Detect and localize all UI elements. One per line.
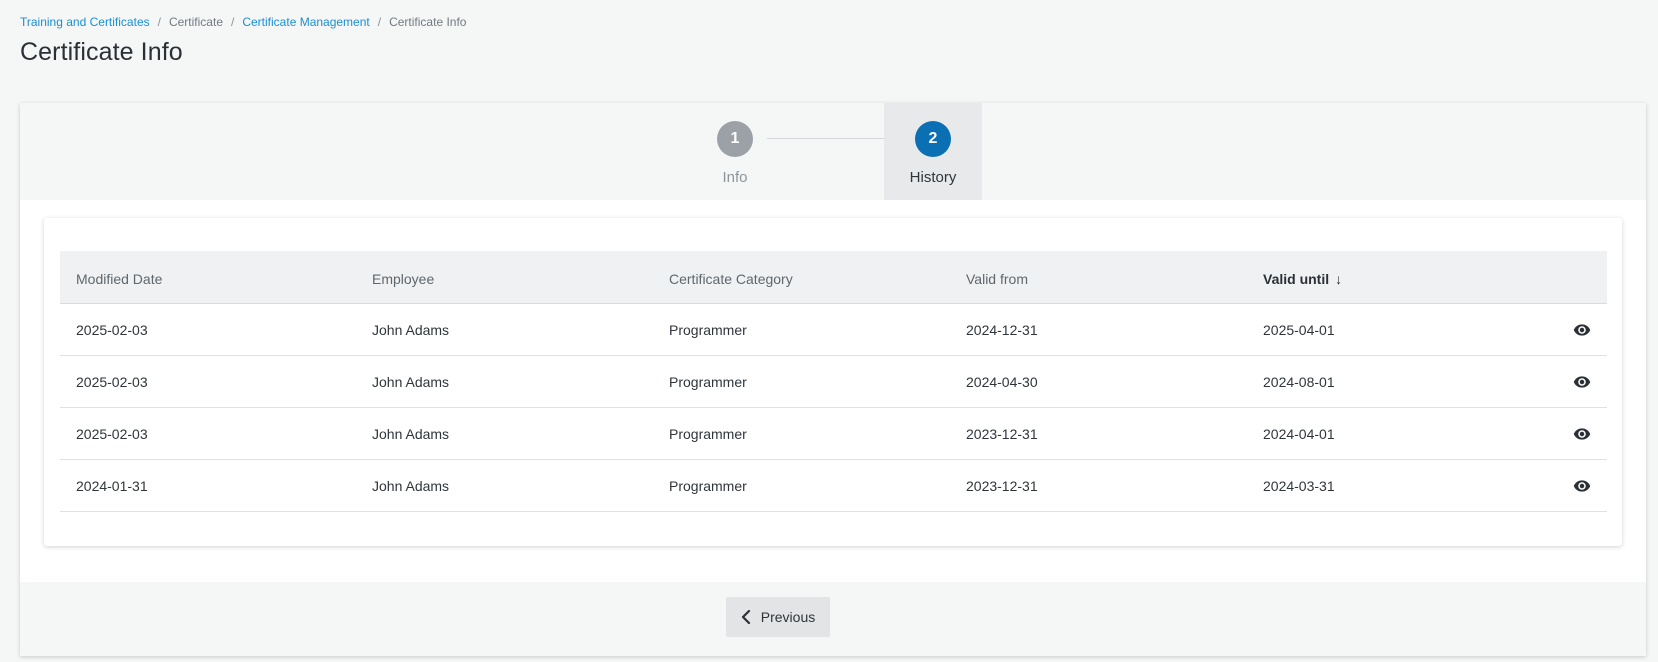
eye-icon[interactable] (1573, 477, 1591, 495)
column-header-actions (1497, 275, 1607, 279)
step-history[interactable]: 2 History (884, 103, 982, 200)
step-connector (767, 138, 902, 139)
eye-icon[interactable] (1573, 425, 1591, 443)
cell-certificate-category: Programmer (669, 321, 747, 338)
cell-certificate-category: Programmer (669, 477, 747, 494)
cell-valid-from: 2024-12-31 (966, 321, 1038, 338)
step-number-circle: 1 (717, 121, 753, 157)
cell-employee: John Adams (372, 425, 450, 442)
cell-certificate-category: Programmer (669, 373, 747, 390)
step-label: Info (722, 169, 748, 186)
breadcrumb-training-and-certificates[interactable]: Training and Certificates (20, 14, 150, 30)
table-row: 2025-02-03 John Adams Programmer 2024-12… (60, 304, 1607, 356)
breadcrumb-separator: / (231, 15, 235, 29)
cell-valid-from: 2023-12-31 (966, 477, 1038, 494)
cell-employee: John Adams (372, 477, 450, 494)
cell-modified-date: 2024-01-31 (76, 477, 148, 494)
column-header-label: Valid until (1263, 271, 1330, 287)
breadcrumb-certificate: Certificate (168, 15, 223, 29)
wizard-steps: 1 Info 2 History (20, 103, 1646, 200)
cell-actions (1497, 321, 1607, 339)
cell-modified-date: 2025-02-03 (76, 425, 148, 442)
history-table: Modified Date Employee Certificate Categ… (60, 251, 1607, 512)
cell-valid-until: 2025-04-01 (1263, 321, 1335, 338)
previous-button[interactable]: Previous (726, 597, 830, 637)
breadcrumb: Training and Certificates / Certificate … (20, 14, 466, 30)
breadcrumb-separator: / (377, 15, 382, 29)
cell-actions (1497, 425, 1607, 443)
column-header-certificate-category[interactable]: Certificate Category (653, 267, 950, 287)
column-header-employee[interactable]: Employee (356, 267, 653, 287)
cell-valid-from: 2023-12-31 (966, 425, 1038, 442)
breadcrumb-certificate-management[interactable]: Certificate Management (242, 14, 369, 30)
step-number-circle: 2 (915, 121, 951, 157)
history-table-card: Modified Date Employee Certificate Categ… (44, 218, 1622, 546)
breadcrumb-certificate-info: Certificate Info (389, 15, 467, 29)
cell-modified-date: 2025-02-03 (76, 321, 148, 338)
eye-icon[interactable] (1573, 373, 1591, 391)
sort-descending-icon: ↓ (1335, 271, 1343, 287)
cell-valid-until: 2024-04-01 (1263, 425, 1335, 442)
table-row: 2024-01-31 John Adams Programmer 2023-12… (60, 460, 1607, 512)
cell-modified-date: 2025-02-03 (76, 373, 148, 390)
column-header-valid-from[interactable]: Valid from (950, 267, 1247, 287)
page-title: Certificate Info (20, 38, 183, 66)
column-header-valid-until[interactable]: Valid until ↓ (1247, 267, 1497, 287)
cell-employee: John Adams (372, 373, 450, 390)
cell-certificate-category: Programmer (669, 425, 747, 442)
previous-button-label: Previous (760, 609, 816, 625)
breadcrumb-separator: / (157, 15, 161, 29)
cell-employee: John Adams (372, 321, 450, 338)
certificate-info-card: 1 Info 2 History Modified Date Employee … (20, 103, 1646, 656)
cell-actions (1497, 477, 1607, 495)
step-label: History (909, 169, 957, 186)
table-header: Modified Date Employee Certificate Categ… (60, 251, 1607, 304)
cell-valid-until: 2024-08-01 (1263, 373, 1335, 390)
cell-valid-until: 2024-03-31 (1263, 477, 1335, 494)
step-info[interactable]: 1 Info (686, 103, 784, 200)
table-row: 2025-02-03 John Adams Programmer 2023-12… (60, 408, 1607, 460)
eye-icon[interactable] (1573, 321, 1591, 339)
cell-valid-from: 2024-04-30 (966, 373, 1038, 390)
column-header-modified-date[interactable]: Modified Date (60, 267, 356, 287)
table-row: 2025-02-03 John Adams Programmer 2024-04… (60, 356, 1607, 408)
wizard-footer: Previous (20, 582, 1646, 656)
chevron-left-icon (741, 610, 750, 624)
cell-actions (1497, 373, 1607, 391)
